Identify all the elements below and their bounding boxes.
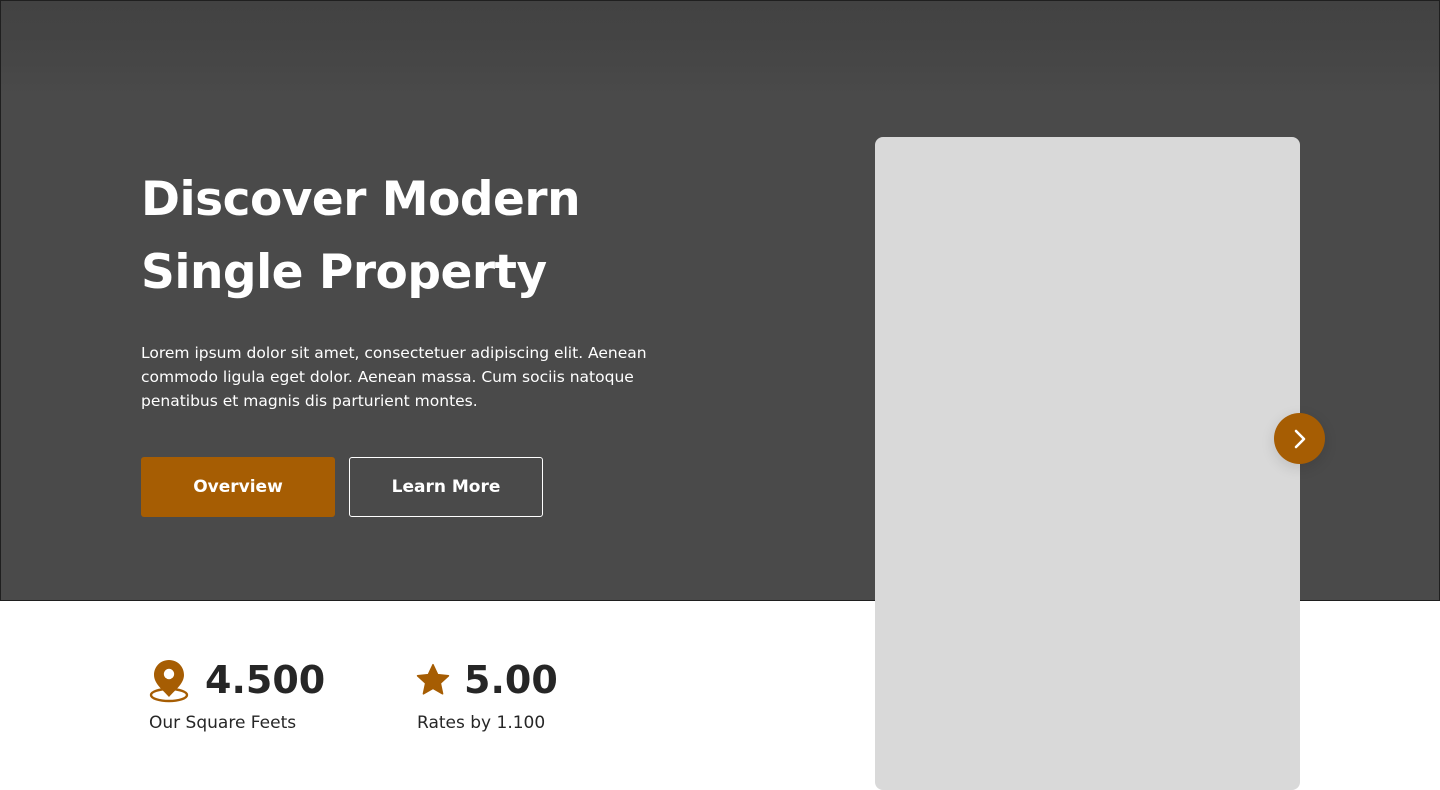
page: Discover Modern Single Property Lorem ip…: [0, 0, 1440, 790]
star-icon: [416, 663, 450, 695]
stat-value-rating: 5.00: [464, 658, 558, 702]
stat-rating: 5.00 Rates by 1.100: [415, 656, 558, 733]
hero-description: Lorem ipsum dolor sit amet, consectetuer…: [141, 344, 647, 410]
hero-title-line-1: Discover Modern: [141, 172, 581, 227]
hero-title: Discover Modern Single Property: [141, 163, 781, 309]
property-image-placeholder: [875, 137, 1300, 790]
stat-label-square-feet: Our Square Feets: [149, 713, 297, 733]
stat-label-rating: Rates by 1.100: [417, 713, 546, 733]
hero-title-line-2: Single Property: [141, 245, 547, 300]
map-pin-icon: [149, 660, 189, 703]
carousel-next-button[interactable]: [1274, 413, 1325, 464]
chevron-right-icon: [1294, 429, 1305, 448]
learn-more-button[interactable]: Learn More: [349, 457, 543, 517]
stat-square-feet: 4.500 Our Square Feets: [149, 656, 325, 733]
overview-button[interactable]: Overview: [141, 457, 335, 517]
stat-value-square-feet: 4.500: [205, 658, 326, 702]
